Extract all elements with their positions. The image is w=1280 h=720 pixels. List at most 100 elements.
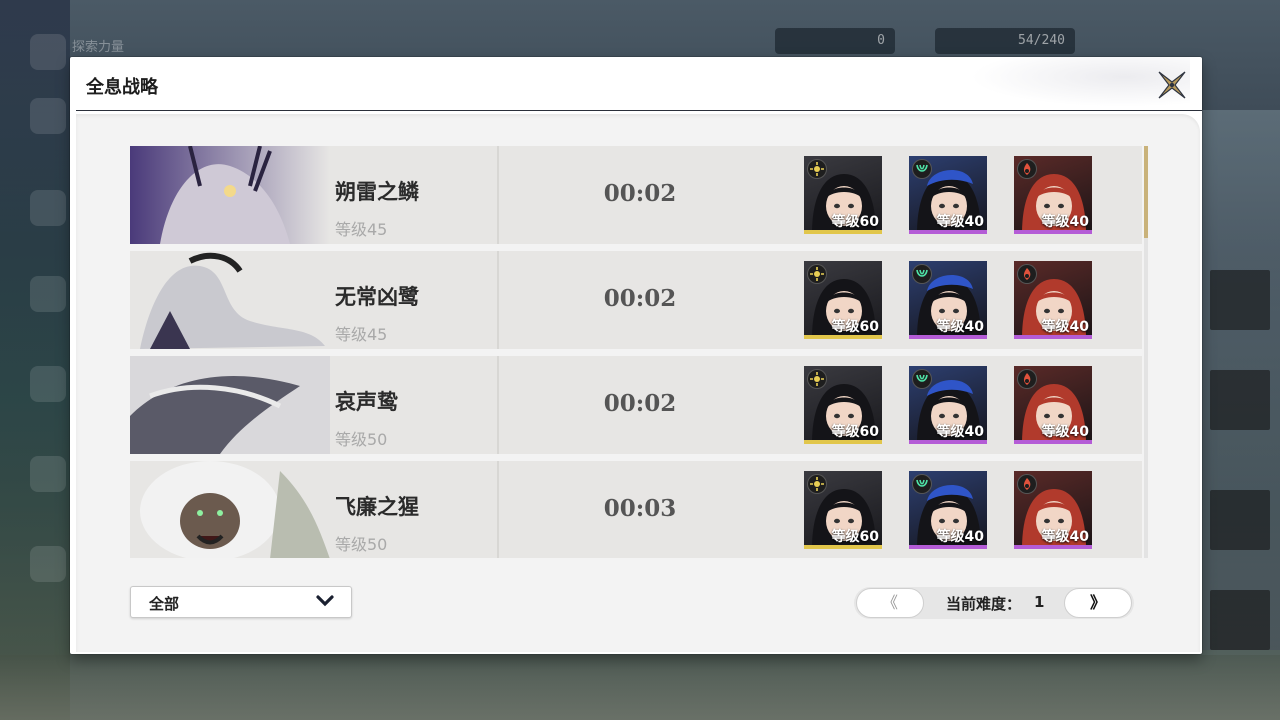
difficulty-value: 1 — [1034, 593, 1045, 611]
boss-level: 等级45 — [335, 220, 388, 239]
chevron-down-icon — [315, 593, 335, 613]
character-level: 等级40 — [936, 424, 984, 440]
rarity-bar — [804, 335, 882, 339]
close-icon — [1158, 71, 1186, 99]
character-level: 等级40 — [936, 529, 984, 545]
boss-portrait — [130, 356, 330, 454]
difficulty-pager: 《 当前难度： 1 》 — [854, 587, 1134, 619]
character-level: 等级60 — [831, 424, 879, 440]
character-portrait[interactable]: 等级40 — [1014, 366, 1092, 444]
character-portrait[interactable]: 等级60 — [804, 471, 882, 549]
aero-icon — [912, 474, 932, 494]
rarity-bar — [804, 230, 882, 234]
prev-difficulty-button[interactable]: 《 — [856, 588, 924, 618]
dialog-title: 全息战略 — [86, 77, 158, 98]
bg-nav-icon — [30, 98, 66, 134]
fusion-icon — [1017, 159, 1037, 179]
spectro-icon — [807, 474, 827, 494]
close-button[interactable] — [1152, 65, 1192, 105]
content-area: 朔雷之鳞 等级45 00:02 等级60 等级40 等级40 无常凶鹭 等级45 00:02 等级… — [76, 114, 1200, 652]
holographic-strategy-dialog: 全息战略 朔雷之鳞 等级45 00:02 等级60 等级40 等级40 无常凶鹭 等级45 00… — [70, 57, 1202, 654]
spectro-icon — [807, 264, 827, 284]
character-level: 等级60 — [831, 319, 879, 335]
rarity-bar — [909, 230, 987, 234]
background-right-panel — [1200, 110, 1280, 650]
boss-name: 无常凶鹭 — [335, 285, 419, 309]
boss-record-list[interactable]: 朔雷之鳞 等级45 00:02 等级60 等级40 等级40 无常凶鹭 等级45 00:02 等级… — [130, 146, 1146, 558]
character-portrait[interactable]: 等级60 — [804, 261, 882, 339]
fusion-icon — [1017, 474, 1037, 494]
spectro-icon — [807, 159, 827, 179]
clear-time: 00:02 — [603, 285, 677, 312]
row-divider — [497, 461, 499, 558]
boss-level: 等级45 — [335, 325, 388, 344]
character-portrait[interactable]: 等级40 — [909, 261, 987, 339]
scrollbar[interactable] — [1144, 146, 1148, 558]
aero-icon — [912, 264, 932, 284]
bg-currency-chip: 0 — [775, 28, 895, 54]
row-divider — [497, 356, 499, 454]
filter-dropdown[interactable]: 全部 — [130, 586, 352, 618]
bg-stamina-chip: 54/240 — [935, 28, 1075, 54]
clear-time: 00:03 — [603, 495, 677, 522]
boss-name: 朔雷之鳞 — [335, 180, 419, 204]
character-level: 等级40 — [936, 214, 984, 230]
character-portrait[interactable]: 等级60 — [804, 366, 882, 444]
character-level: 等级60 — [831, 529, 879, 545]
rarity-bar — [1014, 335, 1092, 339]
row-divider — [497, 251, 499, 349]
bg-nav-icon — [30, 366, 66, 402]
bg-top-left-label: 探索力量 — [72, 40, 125, 55]
background-bottom — [0, 655, 1280, 720]
character-level: 等级40 — [1041, 424, 1089, 440]
bg-nav-icon — [30, 190, 66, 226]
character-portrait[interactable]: 等级40 — [909, 471, 987, 549]
boss-level: 等级50 — [335, 535, 388, 554]
boss-row[interactable]: 飞廉之猩等级50 00:03 等级60 等级40 等级40 — [130, 461, 1142, 558]
boss-name: 哀声鸷 — [335, 390, 398, 414]
boss-portrait — [130, 146, 330, 244]
boss-portrait — [130, 251, 330, 349]
title-divider — [76, 110, 1202, 111]
rarity-bar — [1014, 230, 1092, 234]
character-portrait[interactable]: 等级40 — [909, 156, 987, 234]
boss-level: 等级50 — [335, 430, 388, 449]
character-level: 等级40 — [1041, 529, 1089, 545]
boss-portrait — [130, 461, 330, 558]
rarity-bar — [1014, 440, 1092, 444]
background-sidebar — [0, 0, 70, 720]
aero-icon — [912, 159, 932, 179]
character-level: 等级40 — [1041, 319, 1089, 335]
bg-nav-icon — [30, 276, 66, 312]
bg-home-icon — [30, 34, 66, 70]
boss-row[interactable]: 朔雷之鳞等级45 00:02 等级60 等级40 等级40 — [130, 146, 1142, 244]
rarity-bar — [804, 440, 882, 444]
character-level: 等级60 — [831, 214, 879, 230]
rarity-bar — [909, 440, 987, 444]
fusion-icon — [1017, 264, 1037, 284]
character-portrait[interactable]: 等级60 — [804, 156, 882, 234]
row-divider — [497, 146, 499, 244]
character-portrait[interactable]: 等级40 — [909, 366, 987, 444]
boss-row[interactable]: 哀声鸷等级50 00:02 等级60 等级40 等级40 — [130, 356, 1142, 454]
aero-icon — [912, 369, 932, 389]
difficulty-label: 当前难度： — [946, 595, 1022, 613]
rarity-bar — [909, 335, 987, 339]
bg-nav-icon — [30, 456, 66, 492]
boss-row[interactable]: 无常凶鹭等级45 00:02 等级60 等级40 等级40 — [130, 251, 1142, 349]
next-difficulty-button[interactable]: 》 — [1064, 588, 1132, 618]
spectro-icon — [807, 369, 827, 389]
scrollbar-thumb[interactable] — [1144, 146, 1148, 238]
rarity-bar — [909, 545, 987, 549]
character-level: 等级40 — [936, 319, 984, 335]
character-portrait[interactable]: 等级40 — [1014, 261, 1092, 339]
character-portrait[interactable]: 等级40 — [1014, 156, 1092, 234]
clear-time: 00:02 — [603, 180, 677, 207]
fusion-icon — [1017, 369, 1037, 389]
bg-nav-icon — [30, 546, 66, 582]
boss-name: 飞廉之猩 — [335, 495, 419, 519]
rarity-bar — [804, 545, 882, 549]
clear-time: 00:02 — [603, 390, 677, 417]
character-portrait[interactable]: 等级40 — [1014, 471, 1092, 549]
rarity-bar — [1014, 545, 1092, 549]
